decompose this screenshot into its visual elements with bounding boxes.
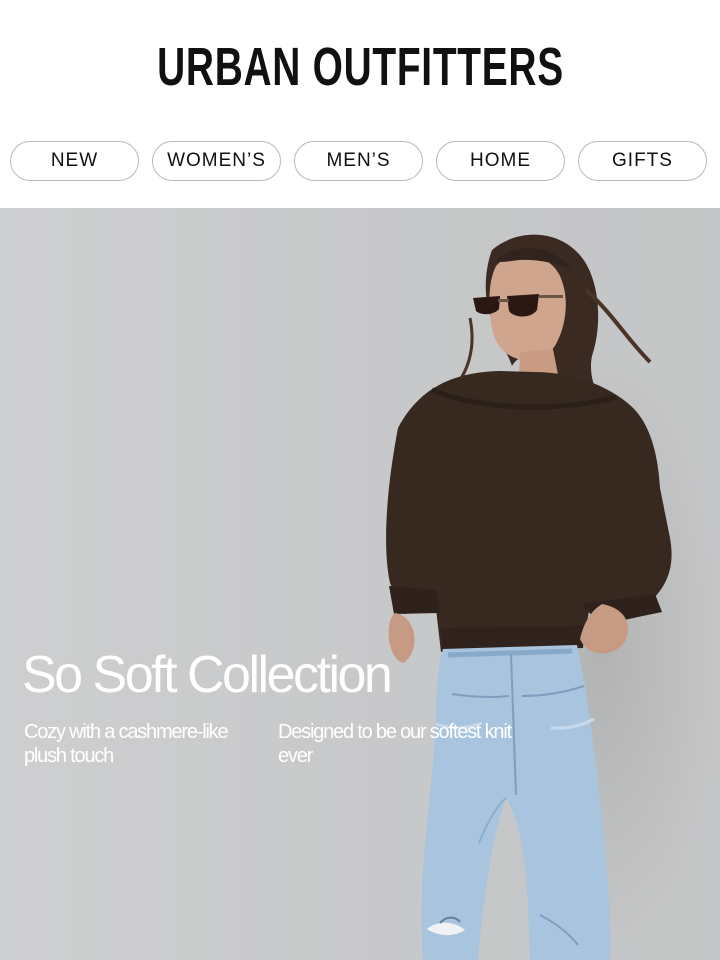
header: URBAN OUTFITTERS [0, 30, 720, 104]
category-nav: NEW WOMEN’S MEN’S HOME GIFTS [10, 141, 710, 183]
nav-button-home[interactable]: HOME [436, 141, 565, 181]
hero-banner[interactable]: So Soft Collection Cozy with a cashmere-… [0, 208, 720, 960]
nav-button-gifts[interactable]: GIFTS [578, 141, 707, 181]
nav-button-mens[interactable]: MEN’S [294, 141, 423, 181]
brand-logo[interactable]: URBAN OUTFITTERS [157, 40, 564, 94]
nav-button-new[interactable]: NEW [10, 141, 139, 181]
model-photo [386, 234, 672, 960]
nav-button-womens[interactable]: WOMEN’S [152, 141, 281, 181]
email-page: URBAN OUTFITTERS NEW WOMEN’S MEN’S HOME … [0, 0, 720, 960]
